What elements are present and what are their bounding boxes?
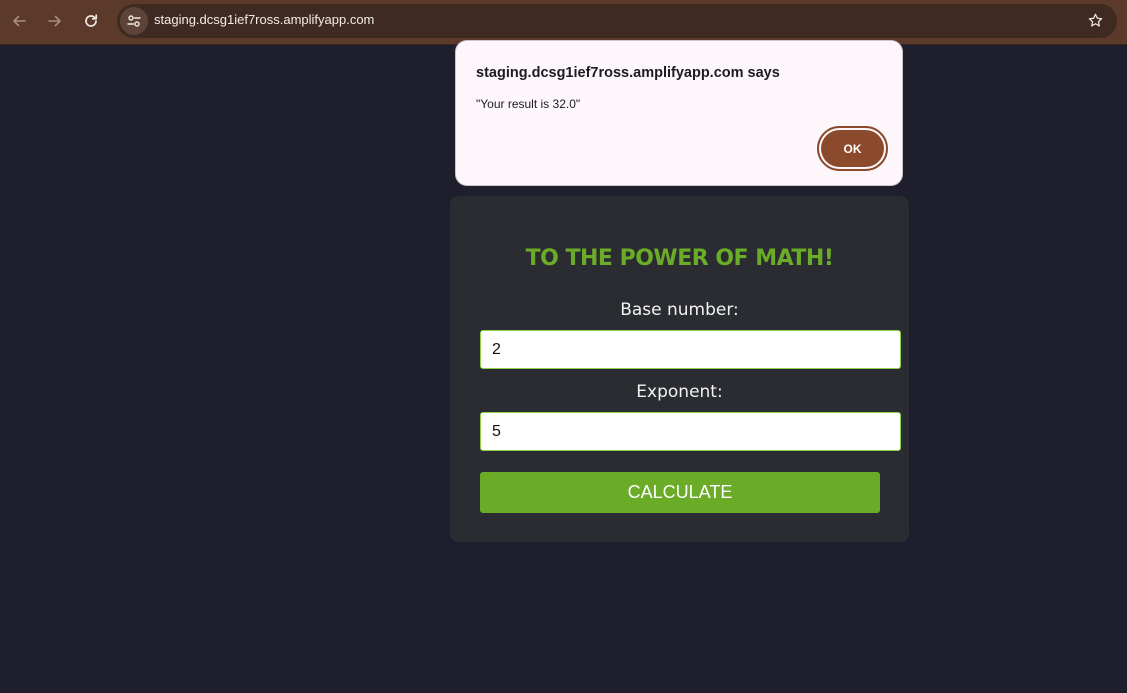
back-button[interactable] bbox=[4, 6, 34, 36]
bookmark-button[interactable] bbox=[1087, 12, 1104, 33]
alert-dialog: staging.dcsg1ief7ross.amplifyapp.com say… bbox=[455, 40, 903, 186]
arrow-right-icon bbox=[48, 15, 61, 27]
exponent-input[interactable] bbox=[480, 412, 901, 451]
dialog-message: "Your result is 32.0" bbox=[476, 97, 581, 111]
reload-icon bbox=[85, 14, 98, 27]
dialog-title: staging.dcsg1ief7ross.amplifyapp.com say… bbox=[476, 65, 780, 81]
calculator-card: TO THE POWER OF MATH! Base number: Expon… bbox=[450, 196, 909, 542]
ok-button[interactable]: OK bbox=[821, 130, 884, 167]
arrow-left-icon bbox=[13, 15, 26, 27]
exponent-label: Exponent: bbox=[636, 382, 723, 402]
ok-button-focus-ring: OK bbox=[817, 126, 888, 171]
calculate-button[interactable]: CALCULATE bbox=[480, 472, 880, 513]
browser-toolbar: staging.dcsg1ief7ross.amplifyapp.com bbox=[0, 0, 1127, 44]
base-number-label: Base number: bbox=[620, 300, 739, 320]
forward-button[interactable] bbox=[40, 6, 70, 36]
star-icon bbox=[1088, 13, 1103, 27]
page-title: TO THE POWER OF MATH! bbox=[525, 246, 834, 271]
site-info-button[interactable] bbox=[120, 7, 148, 35]
reload-button[interactable] bbox=[76, 6, 106, 36]
base-number-input[interactable] bbox=[480, 330, 901, 369]
address-bar[interactable]: staging.dcsg1ief7ross.amplifyapp.com bbox=[117, 4, 1117, 38]
url-text[interactable]: staging.dcsg1ief7ross.amplifyapp.com bbox=[154, 12, 374, 27]
tune-icon bbox=[127, 15, 141, 27]
